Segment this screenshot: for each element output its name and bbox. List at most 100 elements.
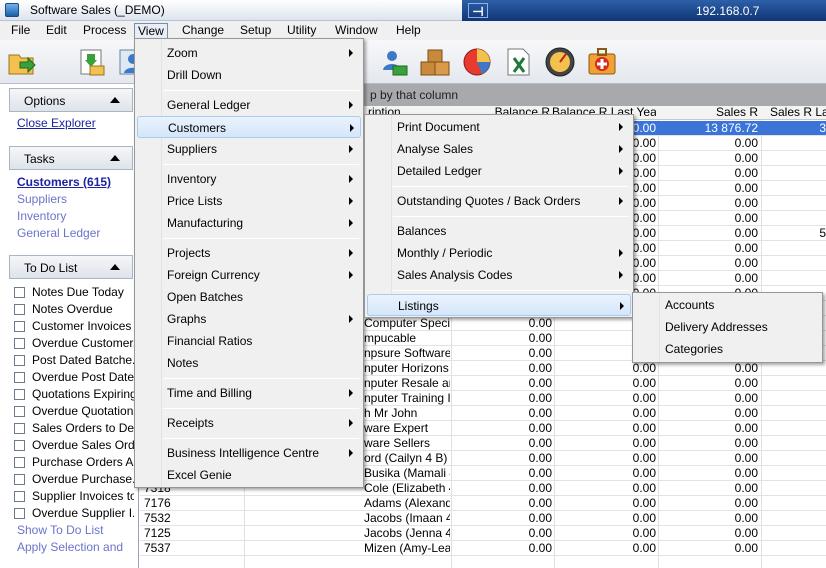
checkbox[interactable] — [14, 355, 25, 366]
checkbox[interactable] — [14, 321, 25, 332]
todo-item[interactable]: Overdue Supplier I... — [14, 505, 134, 522]
view-menu-item[interactable]: Business Intelligence Centre — [137, 442, 361, 464]
collapse-icon[interactable] — [110, 264, 120, 270]
view-menu-item[interactable]: General Ledger — [137, 94, 361, 116]
gauge-icon[interactable] — [544, 46, 576, 78]
export-icon[interactable] — [6, 46, 38, 78]
customers-menu-item[interactable]: Print Document — [367, 116, 631, 138]
menu-process[interactable]: Process — [80, 23, 129, 39]
todo-panel-header[interactable]: To Do List — [9, 255, 133, 279]
view-menu-item[interactable]: Zoom — [137, 42, 361, 64]
todo-item[interactable]: Quotations Expiring... — [14, 386, 134, 403]
menu-view[interactable]: View — [134, 23, 168, 39]
cell-sales-last-year — [764, 181, 826, 195]
cell-sales-last-year — [764, 376, 826, 390]
todo-item[interactable]: Notes Due Today — [14, 284, 134, 301]
collapse-icon[interactable] — [110, 155, 120, 161]
excel-icon[interactable] — [502, 46, 534, 78]
todo-item[interactable]: Overdue Customer... — [14, 335, 134, 352]
checkbox[interactable] — [14, 406, 25, 417]
close-explorer-link[interactable]: Close Explorer — [17, 116, 96, 130]
task-general-ledger[interactable]: General Ledger — [17, 226, 100, 240]
checkbox[interactable] — [14, 389, 25, 400]
table-row[interactable]: 7537 Mizen (Amy-Lea 4 B / ... 0.00 0.00 0.00 — [140, 541, 826, 556]
view-menu-item[interactable]: Suppliers — [137, 138, 361, 160]
view-menu-item[interactable]: Inventory — [137, 168, 361, 190]
checkbox[interactable] — [14, 491, 25, 502]
col-sales[interactable]: Sales R — [658, 106, 758, 120]
menu-edit[interactable]: Edit — [43, 23, 70, 39]
apply-selection-link[interactable]: Apply Selection and — [17, 540, 123, 554]
cell-balance-last-year: 0.00 — [632, 541, 656, 555]
customers-menu-item[interactable]: Sales Analysis Codes — [367, 264, 631, 286]
checkbox[interactable] — [14, 423, 25, 434]
cell-balance: 0.00 — [528, 451, 552, 465]
collapse-icon[interactable] — [110, 97, 120, 103]
menu-window[interactable]: Window — [332, 23, 381, 39]
menu-help[interactable]: Help — [393, 23, 424, 39]
listings-menu-item[interactable]: Categories — [635, 338, 820, 360]
options-panel-header[interactable]: Options — [9, 88, 133, 112]
checkbox[interactable] — [14, 457, 25, 468]
view-menu-item[interactable]: Foreign Currency — [137, 264, 361, 286]
user-download-icon[interactable] — [378, 46, 410, 78]
boxes-icon[interactable] — [419, 46, 451, 78]
checkbox[interactable] — [14, 508, 25, 519]
checkbox[interactable] — [14, 372, 25, 383]
todo-item[interactable]: Overdue Post Date... — [14, 369, 134, 386]
view-menu-item[interactable]: Price Lists — [137, 190, 361, 212]
listings-menu-item[interactable]: Delivery Addresses — [635, 316, 820, 338]
todo-item[interactable]: Overdue Sales Orders — [14, 437, 134, 454]
todo-item[interactable]: Post Dated Batche... — [14, 352, 134, 369]
task-suppliers[interactable]: Suppliers — [17, 192, 67, 206]
customers-menu-item[interactable]: Monthly / Periodic — [367, 242, 631, 264]
cell-balance: 0.00 — [528, 346, 552, 360]
view-menu-item[interactable]: Customers — [137, 116, 361, 138]
menu-setup[interactable]: Setup — [237, 23, 274, 39]
tasks-panel-header[interactable]: Tasks — [9, 146, 133, 170]
task-inventory[interactable]: Inventory — [17, 209, 66, 223]
todo-item[interactable]: Overdue Quotations — [14, 403, 134, 420]
view-menu-item[interactable]: Excel Genie — [137, 464, 361, 486]
menu-change[interactable]: Change — [179, 23, 227, 39]
view-menu-item[interactable]: Manufacturing — [137, 212, 361, 234]
customers-menu-item[interactable]: Balances — [367, 220, 631, 242]
pin-icon[interactable]: ⊣ — [468, 3, 488, 19]
todo-item[interactable]: Overdue Purchase... — [14, 471, 134, 488]
view-menu-item[interactable]: Receipts — [137, 412, 361, 434]
todo-item[interactable]: Supplier Invoices to... — [14, 488, 134, 505]
table-row[interactable]: 7176 Adams (Alexandra 4... 0.00 0.00 0.00 — [140, 496, 826, 511]
customers-menu-item[interactable]: Listings — [367, 294, 631, 316]
menu-utility[interactable]: Utility — [284, 23, 319, 39]
todo-item[interactable]: Purchase Orders A... — [14, 454, 134, 471]
view-menu-item[interactable]: Drill Down — [137, 64, 361, 86]
customers-menu-item[interactable]: Detailed Ledger — [367, 160, 631, 182]
checkbox[interactable] — [14, 474, 25, 485]
table-row[interactable]: 7125 Jacobs (Jenna 4 B / ... 0.00 0.00 0.00 — [140, 526, 826, 541]
chevron-right-icon — [349, 249, 353, 257]
todo-item[interactable]: Sales Orders to De... — [14, 420, 134, 437]
view-menu-item[interactable]: Graphs — [137, 308, 361, 330]
view-menu-item[interactable]: Time and Billing — [137, 382, 361, 404]
todo-item[interactable]: Customer Invoices ... — [14, 318, 134, 335]
checkbox[interactable] — [14, 338, 25, 349]
download-icon[interactable] — [76, 46, 108, 78]
checkbox[interactable] — [14, 304, 25, 315]
checkbox[interactable] — [14, 287, 25, 298]
col-sales-last-year[interactable]: Sales R La — [770, 106, 826, 120]
view-menu-item[interactable]: Open Batches — [137, 286, 361, 308]
table-row[interactable]: 7532 Jacobs (Imaan 4 B / ... 0.00 0.00 0.00 — [140, 511, 826, 526]
pie-chart-icon[interactable] — [461, 46, 493, 78]
customers-menu-item[interactable]: Analyse Sales — [367, 138, 631, 160]
task-customers[interactable]: Customers (615) — [17, 175, 111, 189]
checkbox[interactable] — [14, 440, 25, 451]
menu-file[interactable]: File — [8, 23, 33, 39]
listings-menu-item[interactable]: Accounts — [635, 294, 820, 316]
todo-item[interactable]: Notes Overdue — [14, 301, 134, 318]
first-aid-icon[interactable] — [586, 46, 618, 78]
show-todo-link[interactable]: Show To Do List — [17, 523, 104, 537]
customers-menu-item[interactable]: Outstanding Quotes / Back Orders — [367, 190, 631, 212]
view-menu-item[interactable]: Projects — [137, 242, 361, 264]
view-menu-item[interactable]: Notes — [137, 352, 361, 374]
view-menu-item[interactable]: Financial Ratios — [137, 330, 361, 352]
